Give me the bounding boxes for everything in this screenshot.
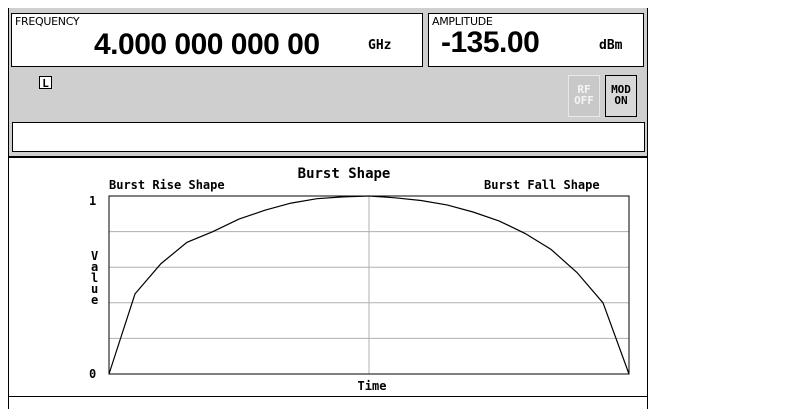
fall-shape-label: Burst Fall Shape bbox=[484, 178, 600, 192]
y-tick-top: 1 bbox=[89, 194, 96, 208]
status-panel: FREQUENCY 4.000 000 000 00 GHz AMPLITUDE… bbox=[9, 8, 647, 158]
rise-shape-line bbox=[108, 195, 370, 375]
rise-shape-label: Burst Rise Shape bbox=[109, 178, 225, 192]
frequency-value: 4.000 000 000 00 bbox=[94, 28, 320, 61]
amplitude-unit: dBm bbox=[599, 38, 623, 53]
y-axis-label-char: e bbox=[91, 293, 98, 307]
bottom-divider bbox=[9, 396, 647, 397]
mode-indicator: L bbox=[39, 76, 52, 90]
burst-shape-graph: Burst Shape Burst Rise Shape Burst Fall … bbox=[9, 160, 647, 393]
x-axis-label: Time bbox=[358, 379, 387, 393]
grid-lines bbox=[109, 196, 629, 374]
amplitude-display: AMPLITUDE -135.00 dBm bbox=[428, 13, 644, 67]
frequency-label: FREQUENCY bbox=[15, 15, 80, 28]
frequency-unit: GHz bbox=[368, 38, 392, 53]
y-tick-bottom: 0 bbox=[89, 367, 96, 381]
message-line bbox=[12, 122, 645, 152]
fall-shape-line bbox=[368, 195, 630, 375]
amplitude-value: -135.00 bbox=[441, 26, 540, 59]
mod-on-annunciator: MOD ON bbox=[605, 75, 637, 117]
burst-shape-chart: Burst Shape Burst Rise Shape Burst Fall … bbox=[89, 166, 630, 393]
rf-off-annunciator: RF OFF bbox=[568, 75, 600, 117]
frequency-display: FREQUENCY 4.000 000 000 00 GHz bbox=[11, 13, 423, 67]
y-axis-label: Value bbox=[91, 249, 98, 307]
instrument-display: FREQUENCY 4.000 000 000 00 GHz AMPLITUDE… bbox=[8, 8, 648, 409]
softkey-panel bbox=[648, 8, 808, 409]
graph-title: Burst Shape bbox=[298, 166, 391, 182]
